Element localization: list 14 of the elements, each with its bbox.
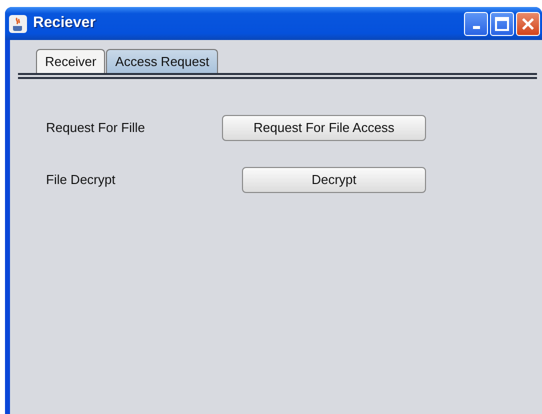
tab[interactable]: Access Request [106, 49, 218, 73]
action-button[interactable]: Decrypt [242, 167, 426, 193]
close-icon [521, 16, 535, 30]
minimize-button[interactable] [464, 12, 488, 36]
java-cup-icon [8, 14, 28, 34]
close-button[interactable] [516, 12, 540, 36]
action-button[interactable]: Request For File Access [222, 115, 426, 141]
maximize-button[interactable] [490, 12, 514, 36]
tab[interactable]: Receiver [36, 49, 106, 73]
window-title: Reciever [33, 13, 97, 34]
minimize-icon [472, 26, 480, 29]
field-label: Request For Fille [46, 119, 146, 138]
maximize-icon [495, 16, 509, 30]
field-label: File Decrypt [46, 171, 116, 190]
